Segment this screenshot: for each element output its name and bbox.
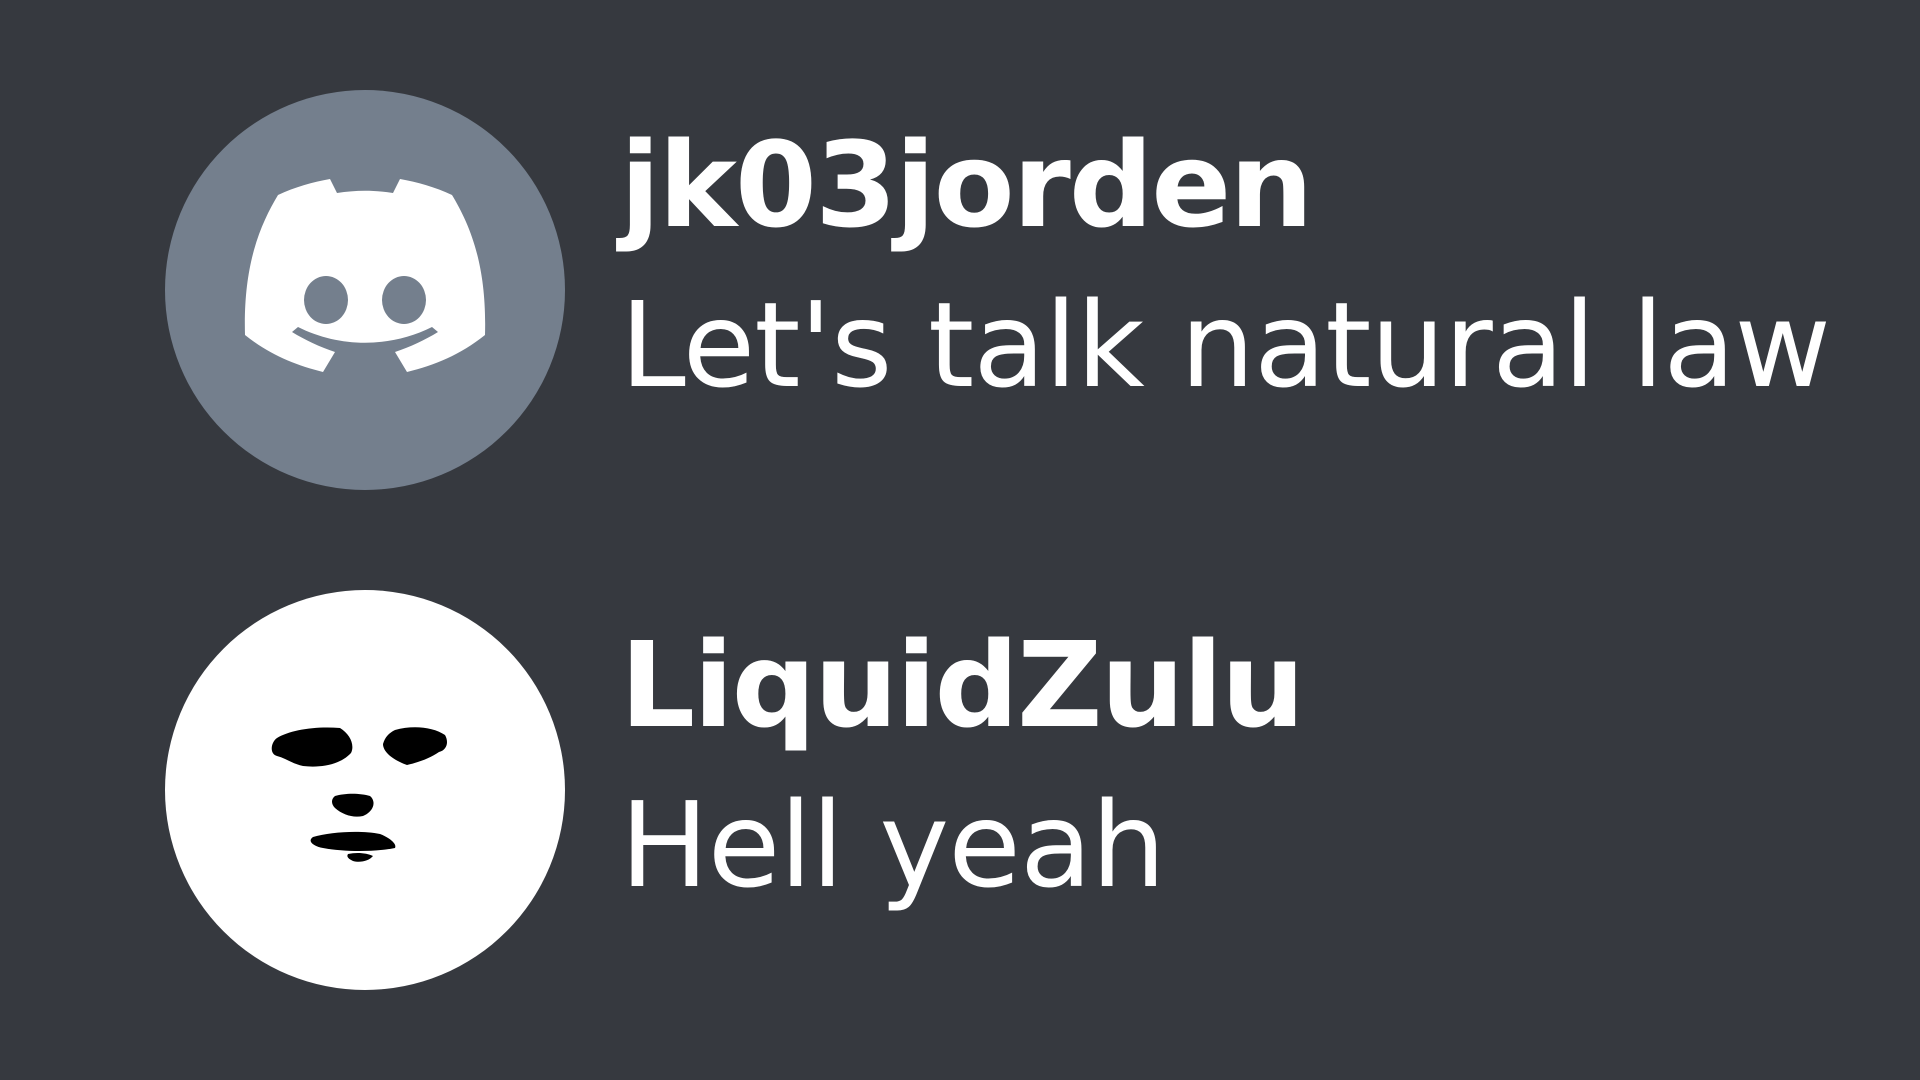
message-item: jk03jorden Let's talk natural law bbox=[0, 90, 1920, 490]
avatar[interactable] bbox=[165, 590, 565, 990]
message-content: LiquidZulu Hell yeah bbox=[620, 620, 1880, 910]
face-icon bbox=[271, 727, 447, 862]
message-item: LiquidZulu Hell yeah bbox=[0, 590, 1920, 990]
discord-logo-icon bbox=[244, 179, 486, 372]
message-text: Let's talk natural law bbox=[620, 276, 1831, 414]
avatar[interactable] bbox=[165, 90, 565, 490]
message-content: jk03jorden Let's talk natural law bbox=[620, 120, 1880, 410]
username[interactable]: LiquidZulu bbox=[620, 620, 1880, 750]
username[interactable]: jk03jorden bbox=[620, 120, 1880, 250]
message-text: Hell yeah bbox=[620, 776, 1166, 914]
